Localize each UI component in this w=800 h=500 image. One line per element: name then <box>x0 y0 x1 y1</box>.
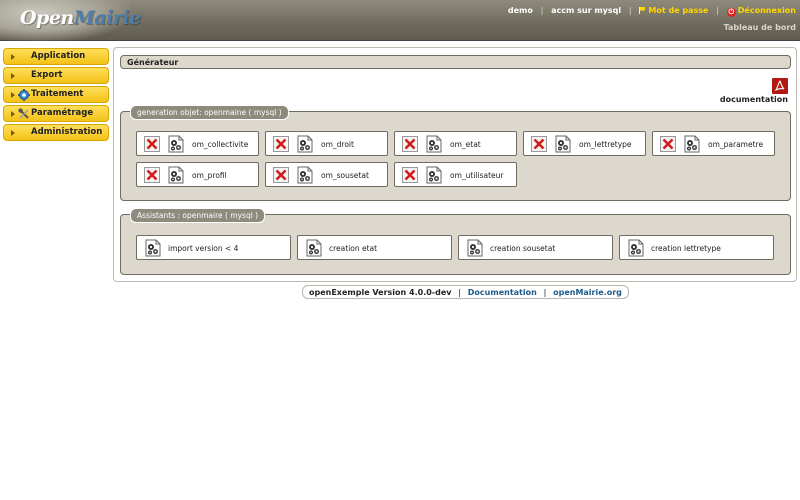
object-card: om_droit <box>265 131 388 156</box>
delete-icon[interactable] <box>531 136 547 152</box>
expand-arrow-icon <box>11 111 15 117</box>
generation-legend: generation objet: openmaine ( mysql ) <box>130 105 289 120</box>
footer-version: openExemple Version 4.0.0-dev <box>309 288 452 297</box>
collectivity-name: accm sur mysql <box>551 6 622 15</box>
assistant-card[interactable]: creation lettretype <box>619 235 774 260</box>
expand-arrow-icon <box>11 54 15 60</box>
generate-gears-icon[interactable] <box>296 166 314 184</box>
openmairie-logo[interactable]: OpenMairie <box>20 7 141 29</box>
menu-item-application[interactable]: Application <box>3 48 109 65</box>
footer: openExemple Version 4.0.0-dev | Document… <box>302 285 629 299</box>
delete-icon[interactable] <box>144 136 160 152</box>
main-panel: Générateur documentation generation obje… <box>113 47 797 282</box>
header: OpenMairie demo | accm sur mysql | Mot d… <box>0 0 800 41</box>
delete-icon[interactable] <box>402 136 418 152</box>
expand-arrow-icon <box>11 73 15 79</box>
object-card: om_sousetat <box>265 162 388 187</box>
generate-gears-icon[interactable] <box>167 166 185 184</box>
page-title-bar: Générateur <box>120 55 791 69</box>
user-name: demo <box>507 6 533 15</box>
expand-arrow-icon <box>11 92 15 98</box>
generate-gears-icon[interactable] <box>466 239 484 257</box>
generate-gears-icon[interactable] <box>305 239 323 257</box>
object-name[interactable]: om_sousetat <box>321 171 369 180</box>
object-name[interactable]: om_collectivite <box>192 140 248 149</box>
object-card: om_utilisateur <box>394 162 517 187</box>
generate-gears-icon[interactable] <box>167 135 185 153</box>
menu-item-export[interactable]: Export <box>3 67 109 84</box>
object-name[interactable]: om_parametre <box>708 140 763 149</box>
assistants-group: Assistants : openmaire ( mysql ) import … <box>120 208 791 275</box>
menu-item-label: Export <box>31 70 63 80</box>
assistant-name[interactable]: creation etat <box>329 244 377 253</box>
object-card: om_etat <box>394 131 517 156</box>
footer-documentation-link[interactable]: Documentation <box>468 288 537 297</box>
assistant-name[interactable]: import version < 4 <box>168 244 238 253</box>
menu-item-label: Application <box>31 51 86 61</box>
assistant-card[interactable]: creation etat <box>297 235 452 260</box>
generate-gears-icon[interactable] <box>627 239 645 257</box>
menu-item-parametrage[interactable]: Paramétrage <box>3 105 109 122</box>
logo-mairie-text: Mairie <box>73 7 141 29</box>
assistant-card[interactable]: creation sousetat <box>458 235 613 260</box>
assistant-card[interactable]: import version < 4 <box>136 235 291 260</box>
logo-open-text: Open <box>20 7 74 29</box>
sidebar-menu: Application Export Traitement Paramétrag… <box>3 48 109 143</box>
object-name[interactable]: om_utilisateur <box>450 171 504 180</box>
page-title: Générateur <box>127 58 179 67</box>
object-name[interactable]: om_droit <box>321 140 354 149</box>
menu-item-label: Traitement <box>31 89 84 99</box>
pdf-icon[interactable] <box>772 78 788 94</box>
logout-power-icon: ⏻ <box>726 8 736 17</box>
delete-icon[interactable] <box>273 167 289 183</box>
top-navigation: demo | accm sur mysql | Mot de passe | ⏻… <box>507 6 796 17</box>
generate-gears-icon[interactable] <box>683 135 701 153</box>
generation-objects-group: generation objet: openmaine ( mysql ) om… <box>120 105 791 201</box>
object-card: om_collectivite <box>136 131 259 156</box>
footer-openmairie-link[interactable]: openMairie.org <box>553 288 622 297</box>
menu-item-label: Paramétrage <box>31 108 94 118</box>
assistant-name[interactable]: creation lettretype <box>651 244 721 253</box>
password-link[interactable]: Mot de passe <box>648 6 708 15</box>
assistants-legend: Assistants : openmaire ( mysql ) <box>130 208 266 223</box>
object-card: om_lettretype <box>523 131 646 156</box>
generate-gears-icon[interactable] <box>144 239 162 257</box>
delete-icon[interactable] <box>660 136 676 152</box>
menu-item-administration[interactable]: Administration <box>3 124 109 141</box>
tools-icon <box>18 108 29 119</box>
object-card: om_profil <box>136 162 259 187</box>
menu-item-traitement[interactable]: Traitement <box>3 86 109 103</box>
logout-link[interactable]: Déconnexion <box>738 6 796 15</box>
delete-icon[interactable] <box>402 167 418 183</box>
generate-gears-icon[interactable] <box>425 135 443 153</box>
object-name[interactable]: om_lettretype <box>579 140 632 149</box>
delete-icon[interactable] <box>273 136 289 152</box>
menu-item-label: Administration <box>31 127 103 137</box>
generate-gears-icon[interactable] <box>425 166 443 184</box>
generate-gears-icon[interactable] <box>296 135 314 153</box>
gear-icon <box>18 89 30 101</box>
generate-gears-icon[interactable] <box>554 135 572 153</box>
dashboard-link[interactable]: Tableau de bord <box>724 23 796 32</box>
assistant-name[interactable]: creation sousetat <box>490 244 555 253</box>
delete-icon[interactable] <box>144 167 160 183</box>
object-name[interactable]: om_profil <box>192 171 227 180</box>
documentation-link[interactable]: documentation <box>720 95 788 104</box>
password-flag-icon <box>639 7 646 14</box>
expand-arrow-icon <box>11 130 15 136</box>
object-card: om_parametre <box>652 131 775 156</box>
object-name[interactable]: om_etat <box>450 140 481 149</box>
